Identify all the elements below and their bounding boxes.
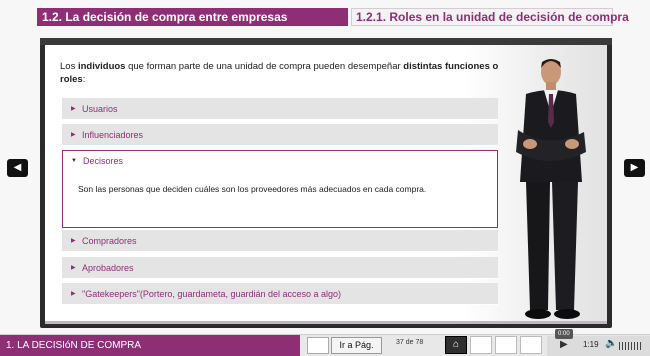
intro-bold: individuos	[77, 61, 126, 72]
previous-slide-button[interactable]: ◀	[7, 159, 28, 177]
media-time-tooltip: 0:00	[555, 329, 573, 339]
chevron-right-icon: ▶	[630, 162, 639, 173]
screen-frame-top	[40, 38, 612, 45]
caret-right-icon: ▶	[71, 238, 76, 244]
accordion-content: Son las personas que deciden cuáles son …	[78, 184, 427, 194]
accordion-label: Compradores	[82, 236, 137, 246]
intro-part: que forman parte de una unidad de compra…	[125, 61, 404, 72]
accordion-label: "Gatekeepers"(Portero, guardameta, guard…	[82, 289, 342, 299]
accordion-label: Aprobadores	[82, 263, 134, 273]
intro-text: Los individuos que forman parte de una u…	[60, 60, 500, 86]
play-icon[interactable]: ▶	[560, 339, 568, 350]
accordion-item-compradores[interactable]: ▶ Compradores	[62, 230, 498, 252]
caret-right-icon: ▶	[71, 265, 76, 271]
next-slide-button[interactable]: ▶	[624, 159, 645, 177]
caret-down-icon: ▼	[71, 158, 77, 164]
accordion-label: Decisores	[83, 156, 124, 166]
volume-icon[interactable]: 🔈	[605, 338, 617, 349]
home-icon: ⌂	[452, 339, 460, 350]
slide-stage: 1.2. La decisión de compra entre empresa…	[0, 0, 650, 356]
media-time: 1:19	[583, 340, 599, 349]
home-button[interactable]: ⌂	[445, 336, 467, 354]
accordion-label: Influenciadores	[82, 130, 144, 140]
volume-slider[interactable]	[619, 342, 643, 350]
accordion-item-usuarios[interactable]: ▶ Usuarios	[62, 98, 498, 120]
caret-right-icon: ▶	[71, 291, 76, 297]
toolbar-button-1[interactable]	[470, 336, 492, 354]
course-title: 1. LA DECISIóN DE COMPRA	[0, 335, 300, 356]
page-number-input[interactable]	[307, 337, 329, 354]
accordion-label: Usuarios	[82, 104, 118, 114]
chevron-left-icon: ◀	[13, 162, 22, 173]
subsection-title: 1.2.1. Roles en la unidad de decisión de…	[351, 8, 629, 26]
accordion-item-aprobadores[interactable]: ▶ Aprobadores	[62, 257, 498, 279]
caret-right-icon: ▶	[71, 106, 76, 112]
section-title: 1.2. La decisión de compra entre empresa…	[37, 8, 348, 26]
intro-part: Los	[60, 61, 78, 72]
goto-page-button[interactable]: Ir a Pág.	[331, 337, 382, 354]
businessman-image	[516, 59, 586, 319]
toolbar-button-2[interactable]	[495, 336, 517, 354]
page-counter: 37 de 78	[396, 339, 424, 346]
caret-right-icon: ▶	[71, 132, 76, 138]
accordion-item-gatekeepers[interactable]: ▶ "Gatekeepers"(Portero, guardameta, gua…	[62, 283, 498, 305]
accordion-item-influenciadores[interactable]: ▶ Influenciadores	[62, 124, 498, 146]
accordion-item-decisores[interactable]: ▼ Decisores Son las personas que deciden…	[62, 150, 498, 228]
toolbar-button-3[interactable]	[520, 336, 542, 354]
intro-part: :	[82, 74, 86, 85]
